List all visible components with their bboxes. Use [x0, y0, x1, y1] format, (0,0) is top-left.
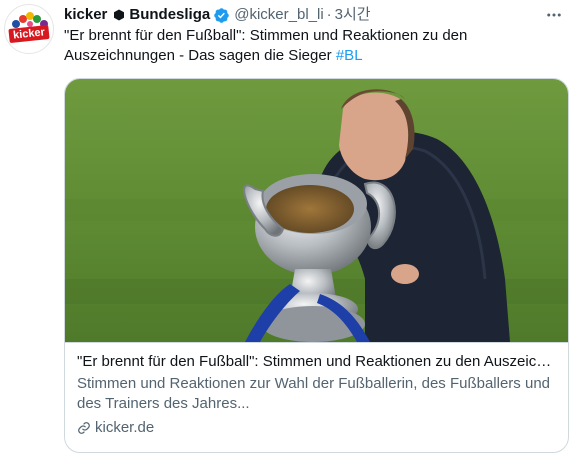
link-icon: [78, 422, 90, 434]
tweet-body: "Er brennt für den Fußball": Stimmen und…: [64, 27, 468, 64]
card-domain-text[interactable]: kicker.de: [95, 418, 154, 438]
card-description: Stimmen und Reaktionen zur Wahl der Fußb…: [77, 375, 550, 412]
more-horizontal-icon: [547, 13, 561, 17]
tweet[interactable]: kicker kicker Bundesliga @kicker_bl_li ·…: [0, 0, 576, 461]
tweet-timestamp[interactable]: 3시간: [335, 5, 371, 25]
card-title[interactable]: "Er brennt für den Fußball": Stimmen und…: [77, 352, 557, 372]
verified-badge-icon[interactable]: [213, 7, 230, 24]
avatar[interactable]: kicker: [4, 4, 54, 54]
author-league[interactable]: Bundesliga: [129, 5, 210, 25]
card-image[interactable]: [65, 79, 569, 342]
more-options-button[interactable]: [542, 4, 566, 26]
meta-separator: ·: [326, 6, 332, 23]
author-name[interactable]: kicker: [64, 5, 107, 25]
hashtag-link[interactable]: #BL: [336, 47, 363, 64]
avatar-brand-logo: kicker: [8, 24, 50, 44]
author-handle[interactable]: @kicker_bl_li: [234, 5, 323, 25]
link-preview-card[interactable]: "Er brennt für den Fußball": Stimmen und…: [64, 78, 569, 453]
card-domain[interactable]: kicker.de: [77, 418, 558, 438]
tweet-header: kicker Bundesliga @kicker_bl_li · 3시간: [64, 5, 371, 25]
hexagon-icon: [114, 9, 125, 21]
tweet-text: "Er brennt für den Fußball": Stimmen und…: [64, 26, 564, 66]
card-body[interactable]: "Er brennt für den Fußball": Stimmen und…: [65, 342, 568, 452]
